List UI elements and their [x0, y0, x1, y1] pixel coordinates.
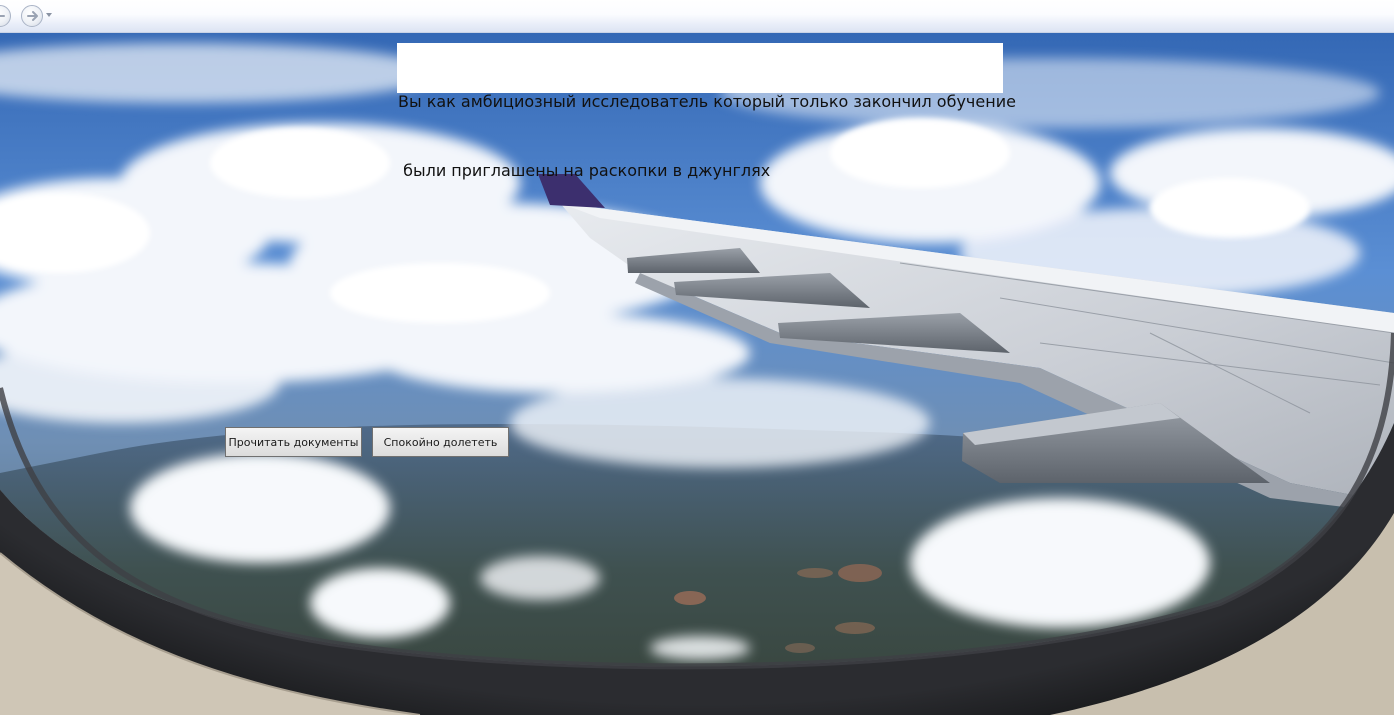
story-line-1: Вы как амбициозный исследователь который…	[398, 92, 1016, 111]
back-button[interactable]	[0, 5, 11, 27]
chevron-down-icon[interactable]	[46, 13, 52, 17]
read-documents-button[interactable]: Прочитать документы	[225, 427, 362, 457]
arrow-left-icon	[0, 12, 5, 20]
story-line-2: были приглашены на раскопки в джунглях	[398, 161, 771, 180]
navigation-bar	[0, 0, 1394, 33]
arrow-right-icon	[27, 11, 38, 21]
scene-view: Вы как амбициозный исследователь который…	[0, 33, 1394, 715]
fly-calmly-button[interactable]: Спокойно долететь	[372, 427, 509, 457]
forward-button[interactable]	[21, 5, 43, 27]
story-text-box: Вы как амбициозный исследователь который…	[397, 43, 1016, 180]
app-window: Вы как амбициозный исследователь который…	[0, 0, 1394, 715]
